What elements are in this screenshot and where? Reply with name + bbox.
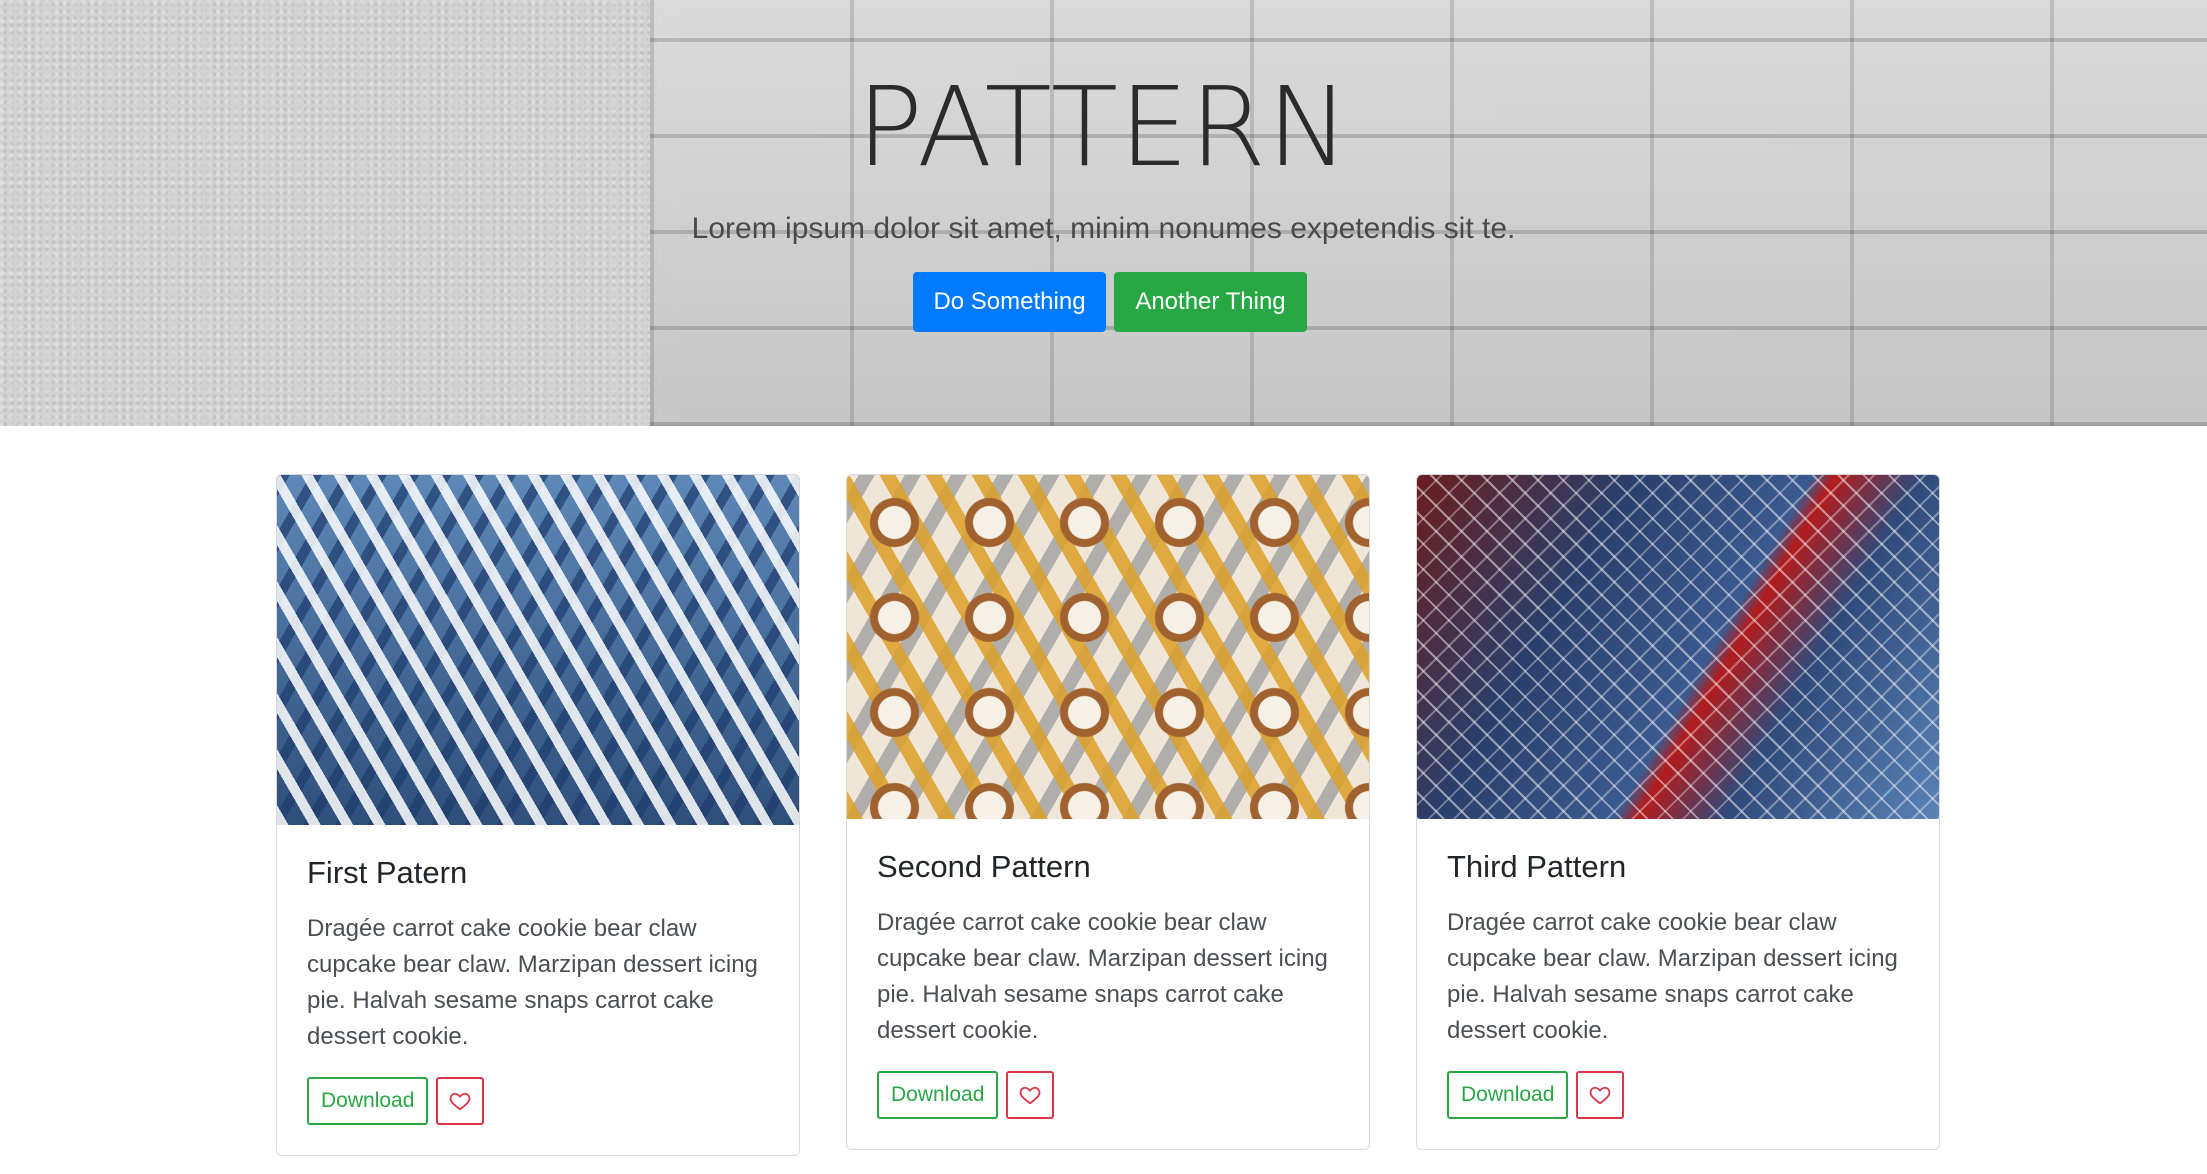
hero-content: PATTERN Lorem ipsum dolor sit amet, mini… bbox=[0, 0, 2207, 426]
hero-title: PATTERN bbox=[856, 63, 1351, 191]
cards-grid: First Patern Dragée carrot cake cookie b… bbox=[276, 474, 1940, 1174]
card-title: Second Pattern bbox=[877, 849, 1091, 884]
card-actions: Download bbox=[1447, 1071, 1909, 1119]
card-text: Dragée carrot cake cookie bear claw cupc… bbox=[877, 909, 1328, 1044]
card-text: Dragée carrot cake cookie bear claw cupc… bbox=[307, 915, 758, 1050]
card-third-pattern: Third Pattern Dragée carrot cake cookie … bbox=[1416, 474, 1940, 1150]
card-body: Third Pattern Dragée carrot cake cookie … bbox=[1417, 819, 1939, 1149]
card-first-pattern: First Patern Dragée carrot cake cookie b… bbox=[276, 474, 800, 1156]
card-second-pattern: Second Pattern Dragée carrot cake cookie… bbox=[846, 474, 1370, 1150]
heart-icon bbox=[450, 1092, 471, 1111]
heart-icon bbox=[1020, 1086, 1041, 1105]
card-title: Third Pattern bbox=[1447, 849, 1627, 884]
hero-subtitle: Lorem ipsum dolor sit amet, minim nonume… bbox=[691, 212, 1516, 245]
download-button[interactable]: Download bbox=[307, 1077, 429, 1125]
card-body: First Patern Dragée carrot cake cookie b… bbox=[277, 825, 799, 1155]
do-something-button[interactable]: Do Something bbox=[913, 272, 1106, 332]
card-title: First Patern bbox=[307, 855, 468, 890]
diamond-pattern-image bbox=[277, 475, 799, 825]
download-button[interactable]: Download bbox=[1447, 1071, 1569, 1119]
hero: PATTERN Lorem ipsum dolor sit amet, mini… bbox=[0, 0, 2207, 426]
building-facade-pattern-image bbox=[1417, 475, 1939, 819]
card-actions: Download bbox=[877, 1071, 1339, 1119]
download-button[interactable]: Download bbox=[877, 1071, 999, 1119]
favorite-button[interactable] bbox=[1576, 1071, 1625, 1119]
card-text: Dragée carrot cake cookie bear claw cupc… bbox=[1447, 909, 1898, 1044]
heart-icon bbox=[1590, 1086, 1611, 1105]
card-actions: Download bbox=[307, 1077, 769, 1125]
hero-actions: Do Something Another Thing bbox=[913, 272, 1307, 332]
favorite-button[interactable] bbox=[1006, 1071, 1055, 1119]
favorite-button[interactable] bbox=[436, 1077, 485, 1125]
card-body: Second Pattern Dragée carrot cake cookie… bbox=[847, 819, 1369, 1149]
another-thing-button[interactable]: Another Thing bbox=[1114, 272, 1307, 332]
islamic-tile-pattern-image bbox=[847, 475, 1369, 819]
